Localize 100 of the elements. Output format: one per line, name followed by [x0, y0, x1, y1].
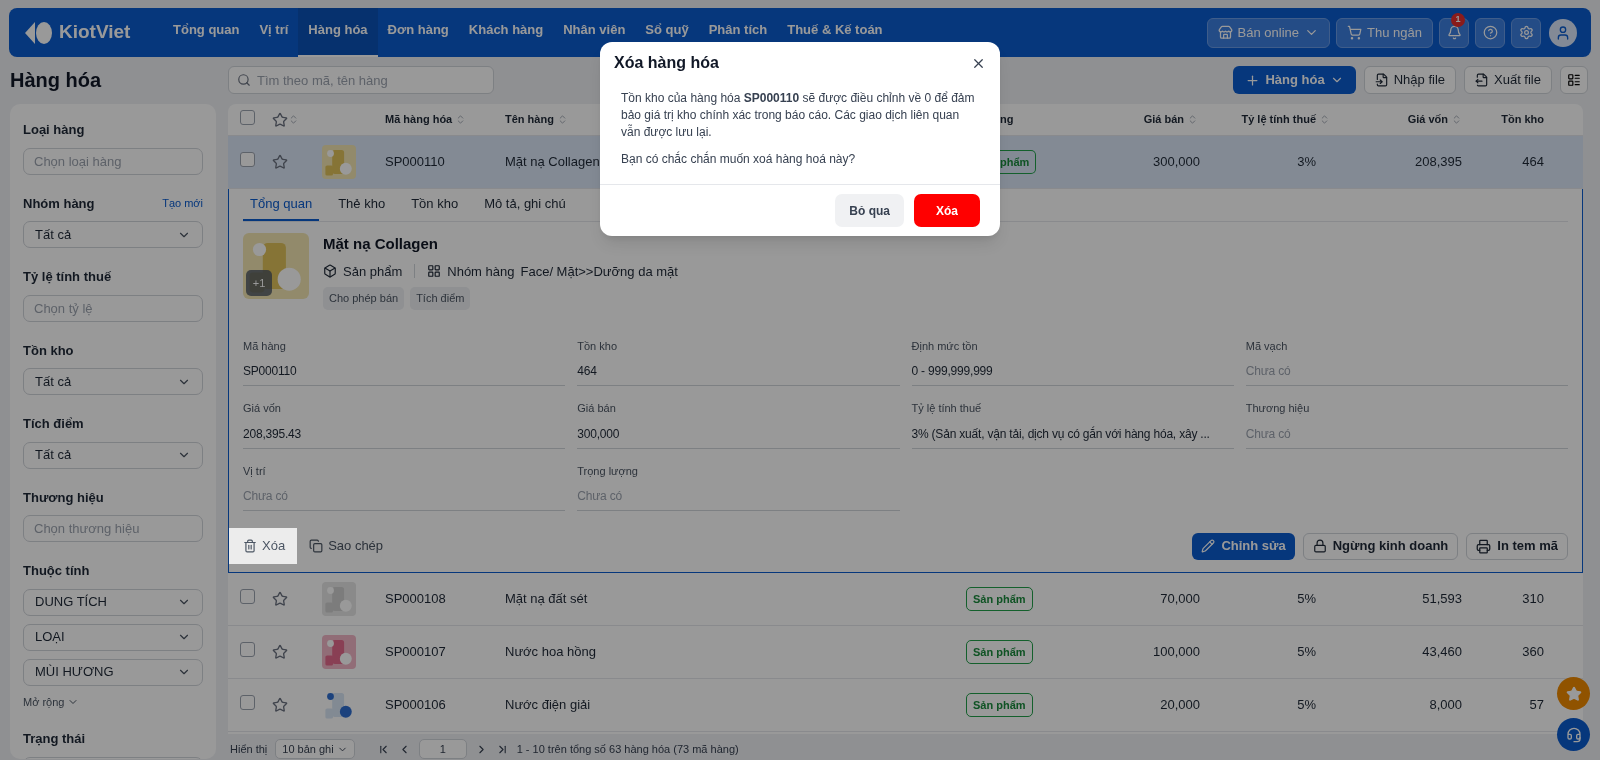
row-checkbox[interactable]	[240, 641, 255, 657]
export-file-button[interactable]: Xuất file	[1464, 66, 1552, 94]
printer-icon	[1476, 538, 1492, 554]
detail-tab[interactable]: Tồn kho	[404, 189, 466, 221]
filter-label: Nhóm hàng	[23, 194, 95, 213]
field-value: Chưa có	[1245, 362, 1568, 386]
filter-input[interactable]: Chọn loại hàng	[23, 147, 203, 175]
field-label: Giá vốn	[243, 401, 282, 416]
product-tag: Cho phép bán	[323, 287, 405, 310]
field-value: Chưa có	[1245, 424, 1568, 449]
page-size-dropdown[interactable]: 10 bản ghi	[275, 739, 355, 759]
tax-value: 3%	[1297, 154, 1316, 170]
avatar-button[interactable]	[1549, 18, 1577, 47]
star-icon	[272, 111, 288, 128]
field-label: Tỷ lệ tính thuế	[911, 401, 983, 416]
filter-input[interactable]: Chọn thương hiệu	[23, 515, 203, 542]
detail-action-button[interactable]: Ngừng kinh doanh	[1302, 532, 1459, 560]
support-button[interactable]	[1557, 718, 1590, 751]
cashier-button[interactable]: Thu ngân	[1336, 17, 1433, 48]
row-checkbox[interactable]	[240, 588, 255, 604]
nav-tab[interactable]: Khách hàng	[458, 8, 554, 57]
grid-icon	[427, 264, 442, 279]
detail-tab[interactable]: Thẻ kho	[331, 189, 393, 221]
tax-value: 5%	[1297, 697, 1316, 713]
field-label: Giá bán	[577, 401, 617, 416]
column-toggle-button[interactable]	[1560, 66, 1588, 94]
store-icon	[1217, 25, 1233, 40]
product-tag: Tích điểm	[410, 287, 471, 310]
row-checkbox[interactable]	[240, 151, 255, 167]
product-kind: Sản phẩm	[343, 262, 403, 281]
detail-action-button[interactable]: Xóa	[229, 528, 298, 564]
stock-value: 310	[1522, 591, 1544, 607]
star-icon	[1565, 685, 1582, 702]
filter-dropdown[interactable]: DUNG TÍCH	[23, 588, 203, 616]
row-checkbox[interactable]	[240, 694, 255, 710]
nav-tab[interactable]: Đơn hàng	[377, 8, 459, 57]
filter-label: Thuộc tính	[23, 562, 90, 580]
confirm-delete-button[interactable]: Xóa	[914, 194, 980, 227]
cancel-button[interactable]: Bỏ qua	[835, 194, 904, 227]
field-value: Chưa có	[243, 487, 566, 511]
page-number-field[interactable]: 1	[418, 739, 467, 759]
detail-tab[interactable]: Tổng quan	[243, 189, 320, 221]
type-badge: Sản phẩm	[966, 692, 1033, 718]
star-icon[interactable]	[272, 154, 288, 170]
bell-icon	[1446, 25, 1462, 40]
filter-label: Trạng thái	[23, 730, 86, 748]
star-icon[interactable]	[272, 697, 288, 713]
logo-text: KiotViet	[59, 20, 131, 45]
column-header: Tên hàng	[505, 112, 554, 128]
star-icon[interactable]	[272, 644, 288, 660]
pagination-summary: 1 - 10 trên tổng số 63 hàng hóa (73 mã hàng)	[516, 741, 739, 757]
select-all-checkbox[interactable]	[240, 109, 255, 125]
trash-icon	[243, 539, 257, 553]
filter-label: Loại hàng	[23, 121, 85, 139]
product-name: Nước điện giải	[505, 697, 591, 713]
filter-dropdown[interactable]: LOẠI	[23, 623, 203, 651]
field-value: 464	[577, 362, 900, 386]
product-code: SP000110	[385, 154, 445, 170]
filter-dropdown[interactable]: MÙI HƯƠNG	[23, 658, 203, 686]
expand-link[interactable]: Mở rộng	[23, 693, 203, 710]
add-product-button[interactable]: Hàng hóa	[1233, 66, 1356, 94]
create-new-link[interactable]: Tạo mới	[162, 195, 203, 212]
filter-dropdown[interactable]: Tất cả	[23, 441, 203, 469]
box-icon	[323, 264, 337, 279]
image-count-badge: +1	[246, 270, 272, 296]
nav-tab[interactable]: Tổng quan	[163, 8, 250, 57]
nav-tab[interactable]: Hàng hóa	[298, 8, 378, 57]
cost-value: 51,593	[1422, 591, 1462, 607]
detail-action-button[interactable]: Chỉnh sửa	[1192, 532, 1295, 560]
field-value: 3% (Sản xuất, vận tải, dịch vụ có gắn với hàng hóa, xây ...	[911, 424, 1234, 449]
star-icon[interactable]	[272, 591, 288, 607]
product-code: SP000107	[385, 644, 446, 660]
detail-action-button[interactable]: Sao chép	[297, 528, 396, 564]
field-label: Thương hiệu	[1245, 401, 1311, 416]
stock-value: 360	[1522, 644, 1544, 660]
nav-tab[interactable]: Vị trí	[249, 8, 299, 57]
filter-input[interactable]: Chọn tỷ lệ	[23, 294, 203, 322]
online-sale-button[interactable]: Bán online	[1206, 17, 1331, 48]
filter-dropdown[interactable]: Tất cả	[23, 368, 203, 395]
filter-label: Tích điểm	[23, 415, 84, 433]
stock-value: 57	[1529, 697, 1544, 713]
tax-value: 5%	[1297, 591, 1316, 607]
field-value: Chưa có	[577, 487, 900, 511]
import-file-button[interactable]: Nhập file	[1363, 66, 1456, 94]
detail-action-button[interactable]: In tem mã	[1466, 532, 1568, 560]
type-badge: Sản phẩm	[966, 586, 1033, 612]
search-icon	[237, 73, 251, 87]
detail-tab[interactable]: Mô tả, ghi chú	[477, 189, 573, 221]
field-value: 208,395.43	[243, 424, 566, 449]
settings-button[interactable]	[1511, 17, 1541, 48]
copy-icon	[309, 539, 324, 553]
plus-icon	[1245, 72, 1261, 88]
filter-dropdown[interactable]: Tất cả	[23, 221, 203, 248]
search-field[interactable]: Tìm theo mã, tên hàng	[228, 66, 494, 94]
field-label: Mã hàng	[243, 338, 287, 354]
product-name: Mặt nạ Collagen	[505, 154, 600, 170]
field-value: 0 - 999,999,999	[911, 362, 1234, 386]
help-button[interactable]	[1475, 17, 1505, 48]
cost-value: 8,000	[1429, 697, 1462, 713]
settings-icon	[1518, 25, 1534, 40]
